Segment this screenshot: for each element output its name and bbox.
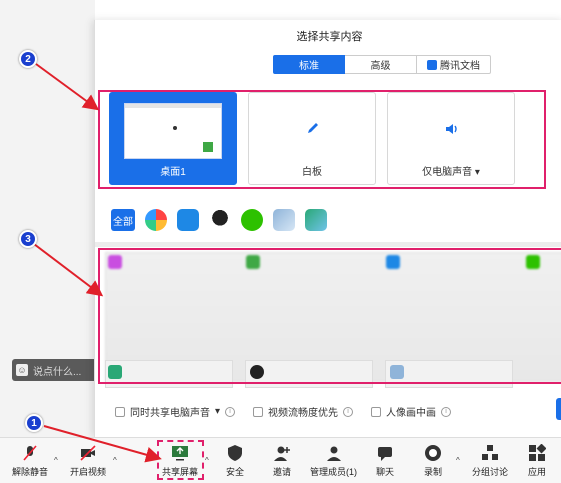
dialog-title: 选择共享内容 xyxy=(296,31,363,43)
share-tabs: 标准 高级 腾讯文档 xyxy=(273,55,491,74)
chevron-up-icon[interactable]: ^ xyxy=(205,456,209,465)
pip-label: 人像画中画 xyxy=(386,408,437,419)
qq-app-icon[interactable] xyxy=(209,209,231,231)
notepad-app-icon[interactable] xyxy=(273,209,295,231)
tab-advanced-label: 高级 xyxy=(370,61,391,72)
members-icon xyxy=(326,446,341,461)
filter-all-button[interactable]: 全部 xyxy=(111,209,135,231)
option-video-smooth[interactable]: 视频流畅度优先 i xyxy=(253,404,354,419)
shield-icon xyxy=(228,445,242,461)
chevron-up-icon[interactable]: ^ xyxy=(456,456,460,465)
record-button[interactable]: 录制 xyxy=(424,444,442,478)
info-icon[interactable]: i xyxy=(343,406,354,417)
chat-input[interactable]: ☺ 说点什么... xyxy=(12,359,98,381)
divider xyxy=(95,242,561,247)
share-options-highlight xyxy=(98,90,546,189)
breakout-rooms-label: 分组讨论 xyxy=(472,467,509,477)
unmute-label: 解除静音 xyxy=(12,467,49,477)
tab-tencent-docs[interactable]: 腾讯文档 xyxy=(417,55,491,74)
emoji-icon[interactable]: ☺ xyxy=(16,364,28,376)
security-button[interactable]: 安全 xyxy=(226,444,244,478)
pinwheel-app-icon[interactable] xyxy=(145,209,167,231)
breakout-rooms-button[interactable]: 分组讨论 xyxy=(472,444,508,478)
app-filter-row: 全部 xyxy=(111,209,327,231)
security-label: 安全 xyxy=(226,467,245,477)
video-smooth-label: 视频流畅度优先 xyxy=(268,408,339,419)
wechat-app-icon[interactable] xyxy=(241,209,263,231)
camera-off-icon xyxy=(80,445,96,461)
option-share-audio[interactable]: 同时共享电脑声音 ▾ i xyxy=(115,404,236,419)
tencent-docs-icon xyxy=(427,59,437,70)
start-video-label: 开启视频 xyxy=(70,467,107,477)
chat-icon xyxy=(378,447,392,461)
step-marker-3: 3 xyxy=(19,230,37,248)
share-options: 同时共享电脑声音 ▾ i 视频流畅度优先 i 人像画中画 i xyxy=(115,404,452,419)
r-app-icon[interactable] xyxy=(305,209,327,231)
chevron-down-icon[interactable]: ▾ xyxy=(215,406,220,417)
step-marker-1: 1 xyxy=(25,414,43,432)
chevron-up-icon[interactable]: ^ xyxy=(113,456,117,465)
manage-members-button[interactable]: 管理成员(1) xyxy=(310,444,357,478)
video-smooth-checkbox[interactable] xyxy=(253,406,264,417)
tab-tencent-docs-label: 腾讯文档 xyxy=(440,61,480,72)
info-icon[interactable]: i xyxy=(441,406,452,417)
mic-muted-icon xyxy=(23,445,37,461)
window-list-highlight xyxy=(98,248,561,384)
option-pip[interactable]: 人像画中画 i xyxy=(371,404,452,419)
breakout-icon xyxy=(482,445,498,460)
tab-standard[interactable]: 标准 xyxy=(273,55,345,74)
dingtalk-app-icon[interactable] xyxy=(177,209,199,231)
invite-button[interactable]: 邀请 xyxy=(273,444,291,478)
apps-label: 应用 xyxy=(528,467,547,477)
invite-label: 邀请 xyxy=(273,467,292,477)
share-screen-highlight xyxy=(157,440,204,480)
share-audio-checkbox[interactable] xyxy=(115,406,125,417)
meeting-toolbar: 解除静音 ^ 开启视频 ^ 共享屏幕 ^ 安全 邀请 管理成员(1) 聊天 录制… xyxy=(0,437,561,483)
apps-button[interactable]: 应用 xyxy=(528,444,546,478)
unmute-button[interactable]: 解除静音 xyxy=(12,444,48,478)
tab-standard-label: 标准 xyxy=(299,61,319,72)
step-marker-2: 2 xyxy=(19,50,37,68)
info-icon[interactable]: i xyxy=(225,406,236,417)
confirm-share-button[interactable] xyxy=(556,398,561,420)
record-label: 录制 xyxy=(424,467,443,477)
chevron-up-icon[interactable]: ^ xyxy=(54,456,58,465)
chat-label: 聊天 xyxy=(376,467,395,477)
invite-user-icon xyxy=(274,446,290,461)
tab-advanced[interactable]: 高级 xyxy=(345,55,417,74)
chat-placeholder: 说点什么... xyxy=(33,366,82,378)
manage-members-label: 管理成员(1) xyxy=(310,467,357,477)
pip-checkbox[interactable] xyxy=(371,406,382,417)
chat-button[interactable]: 聊天 xyxy=(376,444,394,478)
share-audio-label: 同时共享电脑声音 xyxy=(130,408,210,419)
apps-icon xyxy=(529,444,546,461)
start-video-button[interactable]: 开启视频 xyxy=(70,444,106,478)
record-icon xyxy=(425,445,441,461)
